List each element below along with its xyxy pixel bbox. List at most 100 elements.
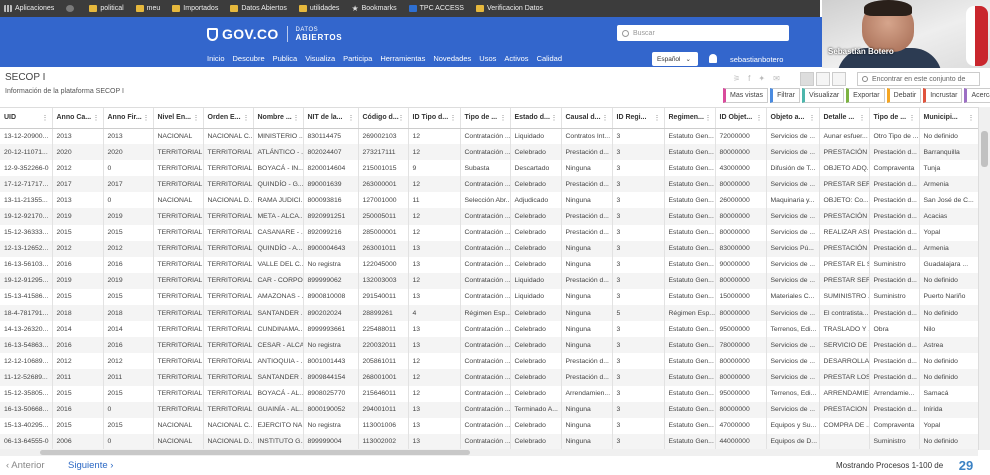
action-button[interactable]: Exportar [846,88,885,103]
column-header[interactable]: Orden E... ⋮ [203,108,254,129]
nav-item[interactable]: Activos [504,54,528,63]
table-row[interactable]: 19-12-91295... 2019 2019 TERRITORIAL TERRITO… [0,272,978,289]
dataset-search-input[interactable]: Encontrar en este conjunto de [857,72,980,86]
nav-item[interactable]: Herramientas [380,54,425,63]
column-header[interactable]: Tipo de ... ⋮ [460,108,511,129]
column-header[interactable]: Regimen... ⋮ [664,108,716,129]
nav-item[interactable]: Calidad [537,54,562,63]
column-header[interactable]: ID Objet... ⋮ [715,108,767,129]
rss-icon[interactable]: ⚞ [733,74,740,83]
bookmark-item[interactable]: ★ Bookmarks [351,5,396,13]
action-button[interactable]: Debatir [886,88,922,103]
column-menu-icon[interactable]: ⋮ [705,114,712,122]
column-menu-icon[interactable]: ⋮ [551,114,558,122]
bookmark-item[interactable] [66,5,77,12]
horizontal-scroll-thumb[interactable] [40,450,470,455]
column-header[interactable]: Anno Fir... ⋮ [103,108,154,129]
table-row[interactable]: 18-4-781791... 2018 2018 TERRITORIAL TERRITO… [0,305,978,322]
site-search-input[interactable]: Buscar [617,25,789,41]
column-menu-icon[interactable]: ⋮ [93,114,100,122]
column-menu-icon[interactable]: ⋮ [809,114,816,122]
column-menu-icon[interactable]: ⋮ [859,114,866,122]
horizontal-scrollbar[interactable] [0,449,978,456]
table-row[interactable]: 12-13-12652... 2012 2012 TERRITORIAL TERRITO… [0,240,978,257]
nav-item[interactable]: Novedades [433,54,471,63]
column-menu-icon[interactable]: ⋮ [968,114,975,122]
column-menu-icon[interactable]: ⋮ [348,114,355,122]
list-view-icon[interactable] [816,72,830,86]
column-menu-icon[interactable]: ⋮ [42,114,49,122]
table-row[interactable]: 19-12-92170... 2019 2019 TERRITORIAL TERRITO… [0,208,978,225]
column-menu-icon[interactable]: ⋮ [293,114,300,122]
table-row[interactable]: 15-13-40295... 2015 2015 NACIONAL NACIONAL C… [0,417,978,434]
table-row[interactable]: 16-13-50668... 2016 0 TERRITORIAL TERRITORIA… [0,401,978,418]
column-header[interactable]: Código d... ⋮ [358,108,409,129]
nav-item[interactable]: Descubre [233,54,265,63]
email-icon[interactable]: ✉ [773,74,780,83]
table-row[interactable]: 13-11-21355... 2013 0 NACIONAL NACIONAL D...… [0,192,978,209]
column-menu-icon[interactable]: ⋮ [654,114,661,122]
nav-item[interactable]: Participa [343,54,372,63]
column-header[interactable]: Anno Ca... ⋮ [52,108,104,129]
column-menu-icon[interactable]: ⋮ [909,114,916,122]
nav-item[interactable]: Inicio [207,54,225,63]
bookmark-item[interactable]: Verificacion Datos [475,5,543,12]
column-header[interactable]: Causal d... ⋮ [561,108,613,129]
column-header[interactable]: ID Regi... ⋮ [612,108,665,129]
table-row[interactable]: 13-12-20900... 2013 2013 NACIONAL NACIONAL C… [0,128,978,145]
nav-item[interactable]: Visualiza [305,54,335,63]
table-row[interactable]: 06-13-64555-0 2006 0 NACIONAL NACIONAL D... I… [0,433,978,450]
language-select[interactable]: Español ⌄ [652,52,698,66]
column-menu-icon[interactable]: ⋮ [143,114,150,122]
twitter-icon[interactable]: ✦ [758,74,765,83]
action-button[interactable]: Incrustar [923,88,963,103]
table-row[interactable]: 16-13-54863... 2016 2016 TERRITORIAL TERRITO… [0,337,978,354]
column-header[interactable]: Nivel En... ⋮ [153,108,204,129]
bookmark-item[interactable]: Aplicaciones [4,5,54,12]
table-view-icon[interactable] [800,72,814,86]
column-header[interactable]: Tipo de ... ⋮ [869,108,920,129]
column-header[interactable]: Objeto a... ⋮ [766,108,820,129]
table-row[interactable]: 15-12-35805... 2015 2015 TERRITORIAL TERRITO… [0,385,978,402]
column-menu-icon[interactable]: ⋮ [500,114,507,122]
bookmark-item[interactable]: Datos Abiertos [230,5,287,12]
table-row[interactable]: 16-13-56103... 2016 2016 TERRITORIAL TERRITO… [0,256,978,273]
user-name[interactable]: sebastianbotero [730,55,783,64]
table-row[interactable]: 11-12-52689... 2011 2011 TERRITORIAL TERRITO… [0,369,978,386]
action-button[interactable]: Filtrar [770,88,800,103]
table-row[interactable]: 20-12-11071... 2020 2020 TERRITORIAL TERRITO… [0,144,978,161]
column-menu-icon[interactable]: ⋮ [602,114,609,122]
column-header[interactable]: Detalle ... ⋮ [819,108,870,129]
action-button[interactable]: Mas vistas [723,88,769,103]
bookmark-item[interactable]: meu [135,5,160,12]
table-row[interactable]: 12-9-352266-0 2012 0 TERRITORIAL TERRITORIAL… [0,160,978,177]
column-menu-icon[interactable]: ⋮ [398,114,405,122]
column-menu-icon[interactable]: ⋮ [243,114,250,122]
column-header[interactable]: Nombre ... ⋮ [253,108,304,129]
column-header[interactable]: UID ⋮ [0,108,53,129]
action-button[interactable]: Acerca de [964,88,990,103]
table-row[interactable]: 15-13-41586... 2015 2015 TERRITORIAL TERRITO… [0,288,978,306]
table-row[interactable]: 17-12-71717... 2017 2017 TERRITORIAL TERRITO… [0,176,978,193]
nav-item[interactable]: Usos [479,54,496,63]
column-menu-icon[interactable]: ⋮ [193,114,200,122]
bookmark-item[interactable]: utilidades [298,5,339,12]
card-view-icon[interactable] [832,72,846,86]
column-header[interactable]: ID Tipo d... ⋮ [408,108,461,129]
previous-page-button[interactable]: ‹ Anterior [6,460,45,471]
gov-logo[interactable]: GOV.CO DATOS ABIERTOS [207,26,342,42]
action-button[interactable]: Visualizar [801,88,845,103]
vertical-scrollbar[interactable] [978,107,990,450]
bookmark-item[interactable]: TPC ACCESS [408,5,464,12]
column-header[interactable]: Municipi... ⋮ [919,108,978,129]
bookmark-item[interactable]: political [89,5,124,12]
vertical-scroll-thumb[interactable] [981,131,988,167]
nav-item[interactable]: Publica [273,54,298,63]
column-header[interactable]: Estado d... ⋮ [510,108,562,129]
column-header[interactable]: NIT de la... ⋮ [303,108,359,129]
facebook-icon[interactable]: f [748,74,750,83]
column-menu-icon[interactable]: ⋮ [756,114,763,122]
column-menu-icon[interactable]: ⋮ [450,114,457,122]
bookmark-item[interactable]: Importados [172,5,218,12]
next-page-button[interactable]: Siguiente › [68,460,113,471]
